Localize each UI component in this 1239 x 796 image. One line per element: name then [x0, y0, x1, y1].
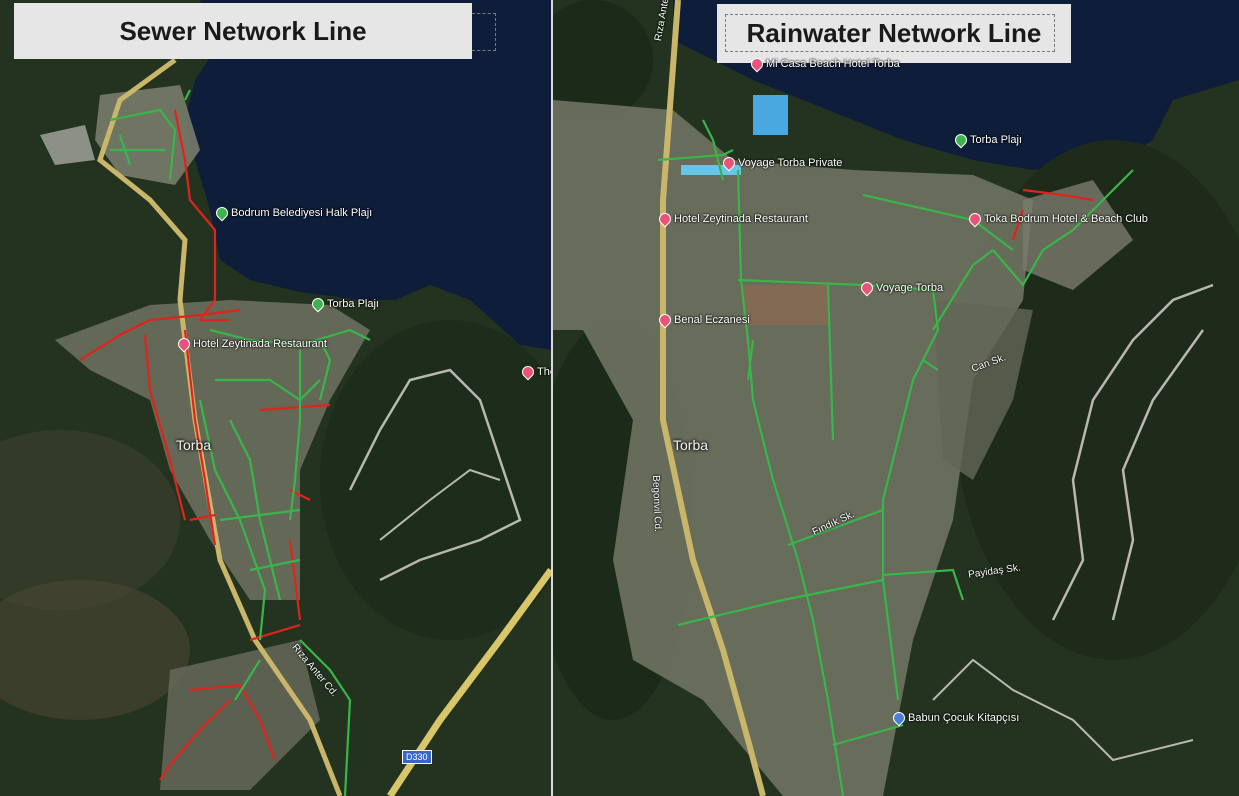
poi-torba-plaji[interactable]: Torba Plajı — [309, 295, 379, 313]
poi-tho[interactable]: Tho — [519, 363, 551, 381]
title-frame — [725, 14, 1055, 52]
poi-mi-casa[interactable]: Mi Casa Beach Hotel Torba — [748, 55, 900, 73]
pool-area — [753, 95, 788, 135]
rainwater-map-canvas[interactable] — [553, 0, 1239, 796]
place-label-torba: Torba — [176, 437, 212, 453]
pin-icon — [519, 363, 537, 381]
place-label-torba: Torba — [673, 437, 709, 453]
pharmacy-pin-icon — [656, 311, 674, 329]
sewer-map-canvas[interactable] — [0, 0, 551, 796]
beach-pin-icon — [213, 204, 231, 222]
poi-voyage-torba[interactable]: Voyage Torba — [858, 279, 943, 297]
poi-toka-bodrum[interactable]: Toka Bodrum Hotel & Beach Club — [966, 210, 1148, 228]
hotel-pin-icon — [175, 335, 193, 353]
sewer-title-text: Sewer Network Line — [119, 15, 367, 46]
court-area — [743, 285, 828, 325]
poi-benal-eczanesi[interactable]: Benal Eczanesi — [656, 311, 750, 329]
beach-pin-icon — [309, 295, 327, 313]
sewer-map-panel[interactable]: Sewer Network Line Bodrum Belediyesi Hal… — [0, 0, 551, 796]
hotel-pin-icon — [858, 279, 876, 297]
hotel-pin-icon — [656, 210, 674, 228]
hotel-pin-icon — [748, 55, 766, 73]
bookstore-pin-icon — [890, 709, 908, 727]
poi-babun-kitapcisi[interactable]: Babun Çocuk Kitapçısı — [890, 709, 1019, 727]
poi-voyage-torba-private[interactable]: Voyage Torba Private — [720, 154, 842, 172]
hotel-pin-icon — [966, 210, 984, 228]
beach-pin-icon — [952, 131, 970, 149]
rainwater-map-panel[interactable]: Rainwater Network Line Mi Casa Beach Hot… — [553, 0, 1239, 796]
sewer-map-title: Sewer Network Line — [14, 3, 496, 59]
poi-halk-plaji[interactable]: Bodrum Belediyesi Halk Plajı — [213, 204, 372, 222]
rainwater-map-title: Rainwater Network Line — [717, 4, 1071, 63]
title-frame — [472, 13, 496, 51]
street-label-begonvil: Begonvil Cd. — [650, 475, 663, 533]
road-shield-d330: D330 — [402, 750, 432, 764]
poi-hotel-zeytinada[interactable]: Hotel Zeytinada Restaurant — [656, 210, 808, 228]
poi-hotel-zeytinada[interactable]: Hotel Zeytinada Restaurant — [175, 335, 327, 353]
poi-torba-plaji[interactable]: Torba Plajı — [952, 131, 1022, 149]
hotel-pin-icon — [720, 154, 738, 172]
